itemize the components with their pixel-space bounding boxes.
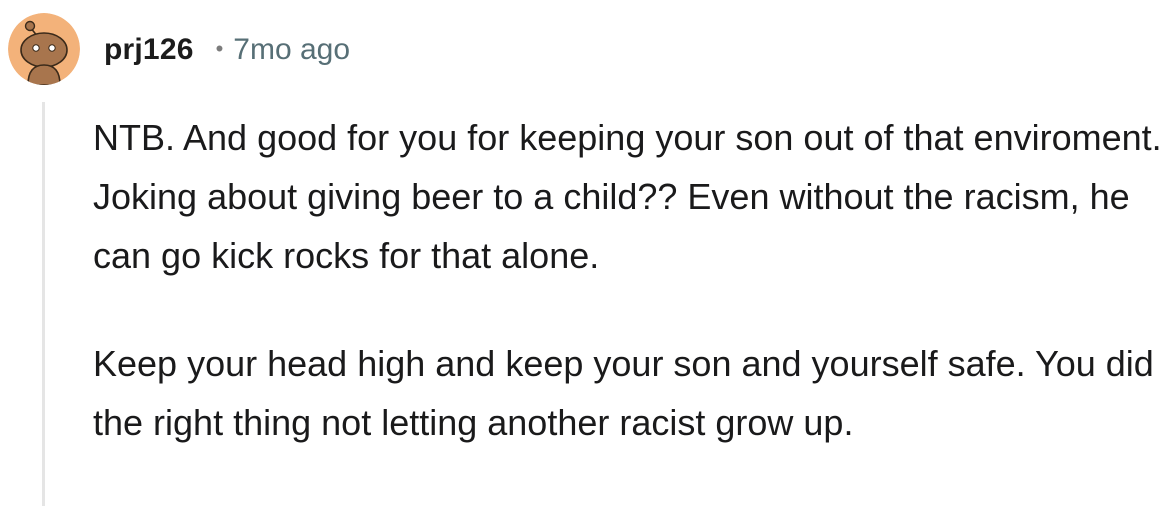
thread-line[interactable] [42, 102, 45, 506]
reddit-snoo-avatar-icon [8, 13, 80, 85]
comment-header: prj126 • 7mo ago [104, 28, 350, 72]
comment-timestamp[interactable]: 7mo ago [233, 33, 350, 67]
comment: prj126 • 7mo ago NTB. And good for you f… [0, 0, 1174, 506]
separator-dot: • [215, 36, 224, 61]
comment-body: NTB. And good for you for keeping your s… [93, 108, 1163, 452]
comment-paragraph: Keep your head high and keep your son an… [93, 343, 1154, 443]
user-avatar[interactable] [8, 13, 80, 85]
username-link[interactable]: prj126 [104, 33, 194, 67]
comment-paragraph: NTB. And good for you for keeping your s… [93, 117, 1162, 276]
